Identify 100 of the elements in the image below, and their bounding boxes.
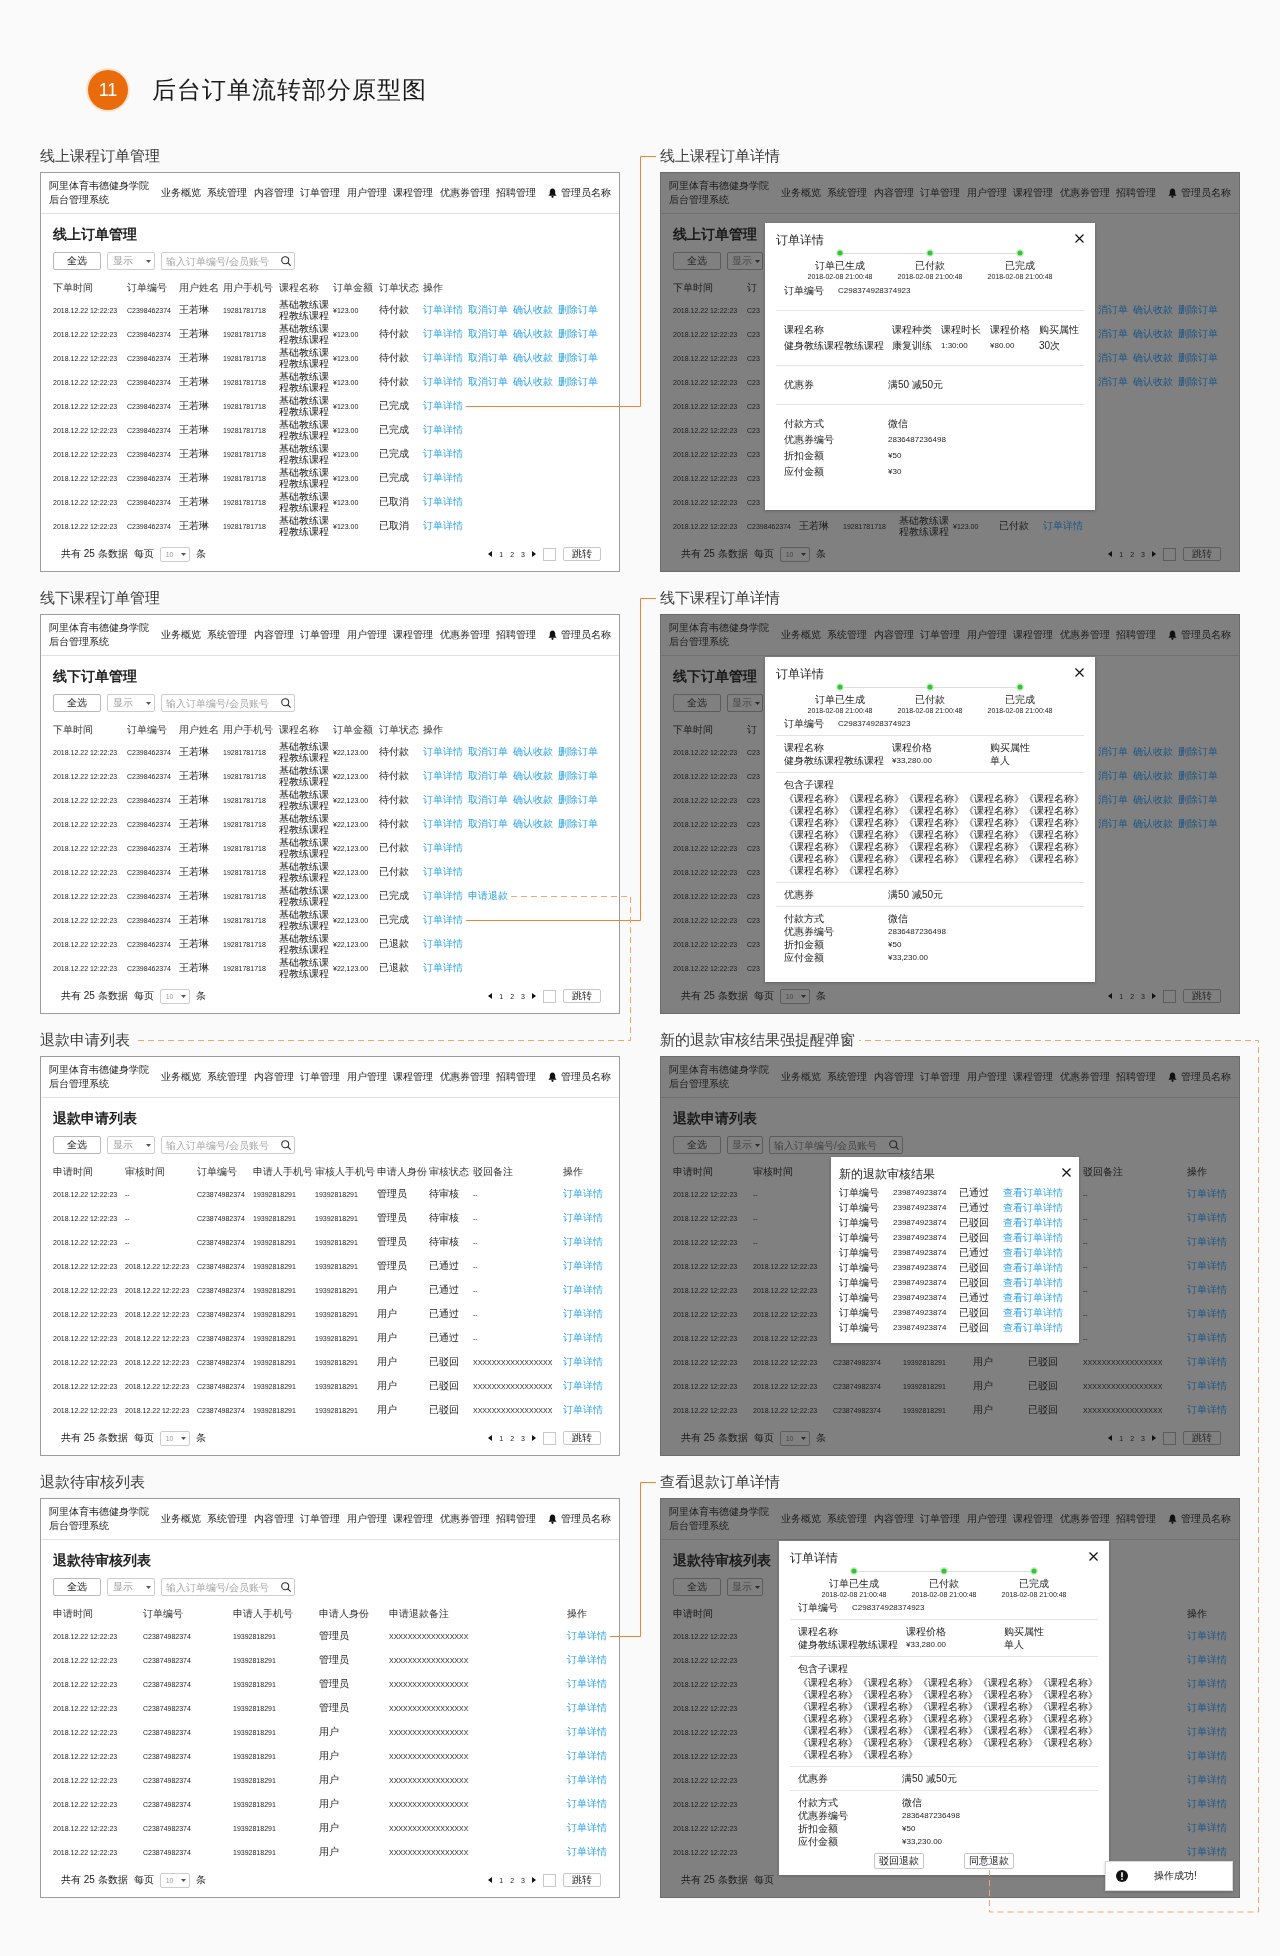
admin-name[interactable]: 管理员名称 (1181, 187, 1231, 199)
nav-item[interactable]: 课程管理 (393, 629, 434, 641)
action-link[interactable]: 订单详情 (423, 304, 463, 316)
nav-item[interactable]: 系统管理 (827, 1513, 868, 1525)
nav-item[interactable]: 内容管理 (873, 629, 914, 641)
action-link[interactable]: 确认收款 (513, 794, 553, 806)
nav-item[interactable]: 订单管理 (920, 1513, 961, 1525)
previous-page-icon[interactable] (488, 993, 493, 999)
action-link[interactable]: 确认收款 (1133, 794, 1173, 806)
nav-item[interactable]: 订单管理 (300, 1513, 341, 1525)
select-all-button[interactable]: 全选 (53, 694, 101, 712)
action-link[interactable]: 删除订单 (558, 794, 598, 806)
bell-icon[interactable] (548, 630, 557, 640)
action-link[interactable]: 订单详情 (567, 1702, 607, 1714)
action-link[interactable]: 订单详情 (567, 1798, 607, 1810)
nav-item[interactable]: 内容管理 (873, 187, 914, 199)
action-link[interactable]: 取消订单 (468, 746, 508, 758)
action-link[interactable]: 删除订单 (558, 376, 598, 388)
detail-link[interactable]: 查看订单详情 (1003, 1321, 1063, 1334)
nav-item[interactable]: 课程管理 (393, 187, 434, 199)
action-link[interactable]: 订单详情 (1187, 1284, 1227, 1296)
action-link[interactable]: 订单详情 (423, 866, 463, 878)
filter-dropdown[interactable]: 显示 (107, 1578, 155, 1596)
search-icon[interactable] (281, 256, 291, 266)
action-link[interactable]: 确认收款 (513, 376, 553, 388)
action-link[interactable]: 订单详情 (423, 842, 463, 854)
nav-item[interactable]: 用户管理 (966, 187, 1007, 199)
nav-item[interactable]: 用户管理 (346, 1513, 387, 1525)
action-link[interactable]: 订单详情 (1187, 1308, 1227, 1320)
select-all-button[interactable]: 全选 (673, 694, 721, 712)
nav-item[interactable]: 用户管理 (346, 187, 387, 199)
jump-button[interactable]: 跳转 (563, 1431, 601, 1445)
nav-item[interactable]: 业务概览 (781, 187, 821, 199)
action-link[interactable]: 订单详情 (1187, 1212, 1227, 1224)
action-link[interactable]: 取消订单 (468, 328, 508, 340)
jump-button[interactable]: 跳转 (563, 1873, 601, 1887)
nav-item[interactable]: 系统管理 (827, 187, 868, 199)
action-link[interactable]: 订单详情 (1187, 1332, 1227, 1344)
action-link[interactable]: 确认收款 (1133, 328, 1173, 340)
action-link[interactable]: 确认收款 (513, 328, 553, 340)
action-link[interactable]: 删除订单 (558, 328, 598, 340)
nav-item[interactable]: 招聘管理 (495, 1513, 536, 1525)
action-link[interactable]: 消订单 (1098, 818, 1128, 830)
action-link[interactable]: 订单详情 (423, 938, 463, 950)
filter-dropdown[interactable]: 显示 (107, 252, 155, 270)
detail-link[interactable]: 查看订单详情 (1003, 1231, 1063, 1244)
action-link[interactable]: 订单详情 (563, 1284, 603, 1296)
detail-link[interactable]: 查看订单详情 (1003, 1306, 1063, 1319)
action-link[interactable]: 删除订单 (558, 746, 598, 758)
action-link[interactable]: 订单详情 (423, 400, 463, 412)
action-link[interactable]: 消订单 (1098, 746, 1128, 758)
action-link[interactable]: 取消订单 (468, 352, 508, 364)
filter-dropdown[interactable]: 显示 (107, 1136, 155, 1154)
action-link[interactable]: 删除订单 (1178, 818, 1218, 830)
action-link[interactable]: 订单详情 (1187, 1702, 1227, 1714)
nav-item[interactable]: 订单管理 (920, 629, 961, 641)
action-link[interactable]: 订单详情 (563, 1236, 603, 1248)
nav-item[interactable]: 内容管理 (873, 1513, 914, 1525)
action-link[interactable]: 消订单 (1098, 304, 1128, 316)
action-link[interactable]: 消订单 (1098, 794, 1128, 806)
nav-item[interactable]: 课程管理 (393, 1513, 434, 1525)
nav-item[interactable]: 课程管理 (1013, 1071, 1054, 1083)
select-all-button[interactable]: 全选 (53, 1136, 101, 1154)
nav-item[interactable]: 招聘管理 (495, 1071, 536, 1083)
detail-link[interactable]: 查看订单详情 (1003, 1246, 1063, 1259)
action-link[interactable]: 取消订单 (468, 794, 508, 806)
action-link[interactable]: 消订单 (1098, 352, 1128, 364)
close-icon[interactable] (1089, 1552, 1098, 1561)
action-link[interactable]: 订单详情 (1187, 1260, 1227, 1272)
admin-name[interactable]: 管理员名称 (1181, 629, 1231, 641)
action-link[interactable]: 订单详情 (563, 1356, 603, 1368)
action-link[interactable]: 订单详情 (423, 472, 463, 484)
action-link[interactable]: 订单详情 (567, 1630, 607, 1642)
nav-item[interactable]: 用户管理 (966, 629, 1007, 641)
nav-item[interactable]: 业务概览 (161, 187, 201, 199)
admin-name[interactable]: 管理员名称 (561, 1513, 611, 1525)
next-page-icon[interactable] (532, 1435, 536, 1441)
nav-item[interactable]: 业务概览 (781, 1071, 821, 1083)
jump-button[interactable]: 跳转 (1183, 989, 1221, 1003)
page-input-field[interactable] (1163, 547, 1176, 561)
action-link[interactable]: 订单详情 (423, 424, 463, 436)
action-link[interactable]: 确认收款 (1133, 770, 1173, 782)
action-link[interactable]: 订单详情 (1187, 1750, 1227, 1762)
nav-item[interactable]: 系统管理 (207, 1071, 248, 1083)
action-link[interactable]: 订单详情 (567, 1750, 607, 1762)
close-icon[interactable] (1062, 1168, 1071, 1177)
nav-item[interactable]: 课程管理 (1013, 629, 1054, 641)
nav-item[interactable]: 内容管理 (253, 1513, 294, 1525)
nav-item[interactable]: 业务概览 (161, 629, 201, 641)
action-link[interactable]: 确认收款 (513, 746, 553, 758)
action-link[interactable]: 删除订单 (1178, 770, 1218, 782)
action-link[interactable]: 确认收款 (513, 818, 553, 830)
action-link[interactable]: 订单详情 (563, 1332, 603, 1344)
dialog-button[interactable]: 驳回退款 (874, 1853, 924, 1869)
action-link[interactable]: 删除订单 (558, 304, 598, 316)
nav-item[interactable]: 业务概览 (161, 1071, 201, 1083)
action-link[interactable]: 删除订单 (1178, 328, 1218, 340)
action-link[interactable]: 订单详情 (567, 1774, 607, 1786)
jump-button[interactable]: 跳转 (1183, 1431, 1221, 1445)
action-link[interactable]: 删除订单 (1178, 794, 1218, 806)
